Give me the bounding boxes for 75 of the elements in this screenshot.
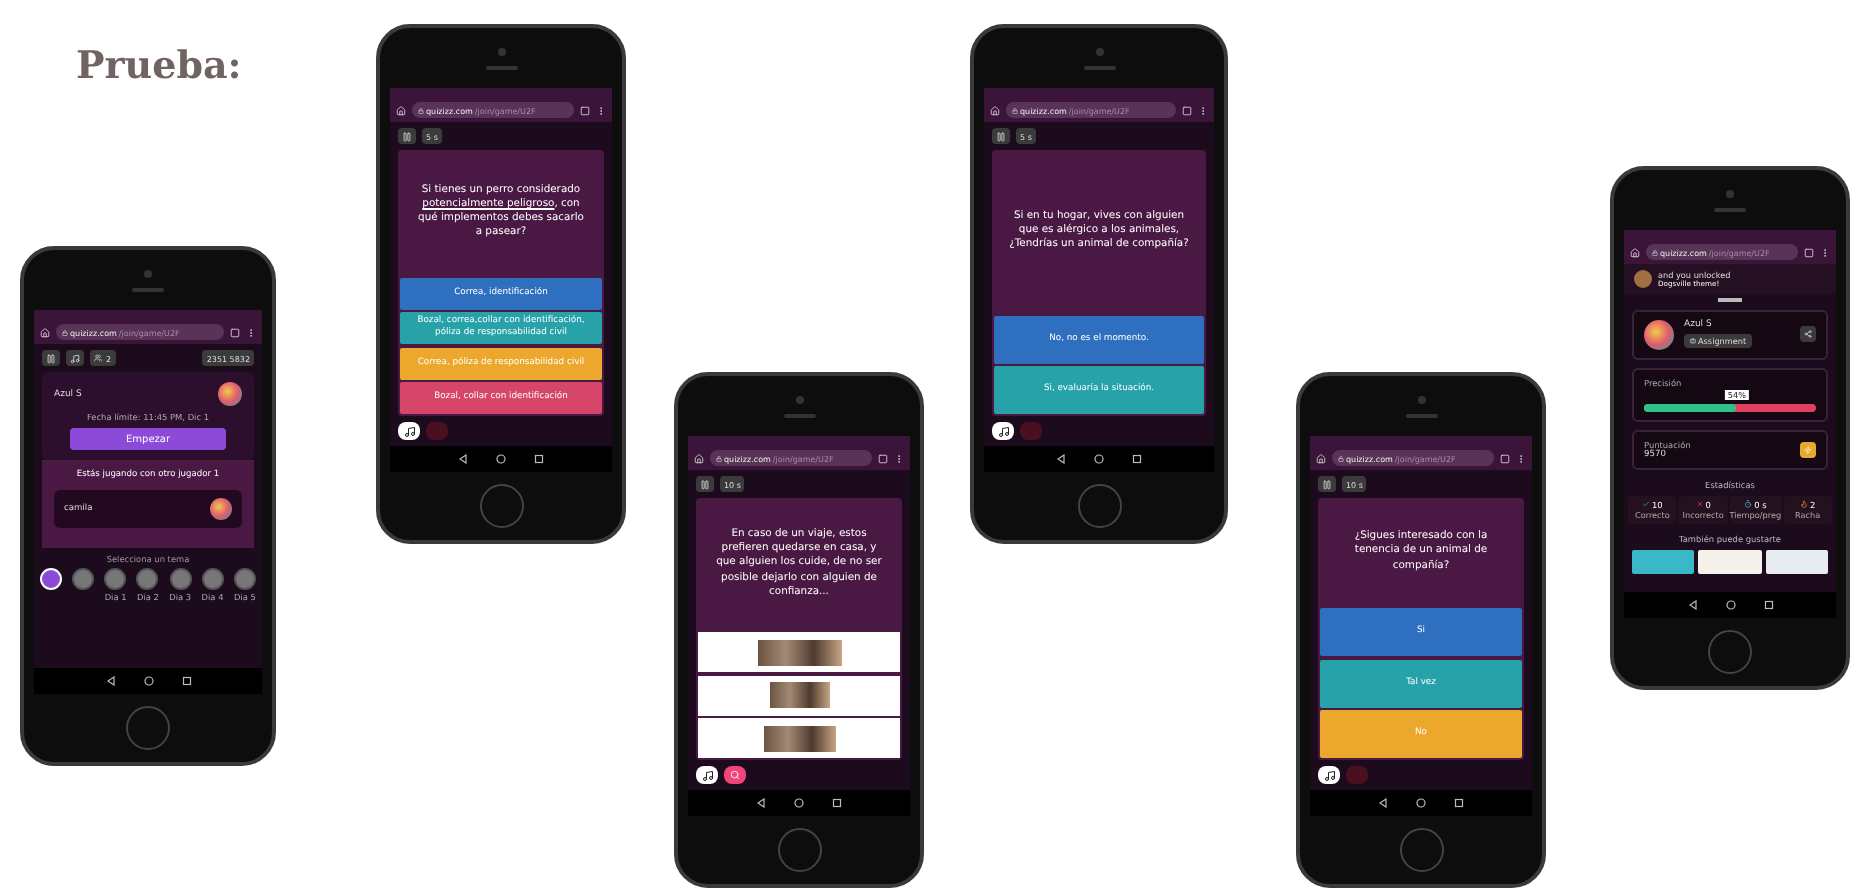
home-icon[interactable] <box>496 454 506 464</box>
photo-placeholder <box>763 725 835 751</box>
answer-option[interactable] <box>698 632 900 672</box>
tabs-icon[interactable] <box>878 453 888 463</box>
home-icon[interactable] <box>1316 453 1326 463</box>
streak-icon <box>1799 500 1808 508</box>
home-icon[interactable] <box>143 676 153 686</box>
lock-icon <box>1338 455 1344 461</box>
bolt-icon <box>1800 441 1816 457</box>
music-button[interactable] <box>66 350 84 366</box>
camera-dot <box>795 395 803 403</box>
recents-icon[interactable] <box>534 454 544 464</box>
camera-dot <box>1417 395 1425 403</box>
lock-icon <box>1652 249 1658 255</box>
photo-placeholder <box>769 682 829 708</box>
quiz-thumbnail[interactable] <box>1698 549 1762 573</box>
music-button[interactable] <box>1318 766 1340 784</box>
correct-icon <box>1642 500 1651 508</box>
avatar-icon <box>218 382 242 406</box>
photo-placeholder <box>757 639 841 665</box>
home-icon[interactable] <box>794 798 804 808</box>
lock-icon <box>62 329 68 335</box>
camera-dot <box>1095 47 1103 55</box>
back-icon[interactable] <box>105 676 115 686</box>
lock-icon <box>716 455 722 461</box>
home-icon[interactable] <box>1094 454 1104 464</box>
search-icon <box>730 770 740 780</box>
briefcase-icon <box>1690 338 1696 344</box>
back-icon[interactable] <box>756 798 766 808</box>
home-icon[interactable] <box>1416 798 1426 808</box>
quiz-thumbnail[interactable] <box>1632 549 1695 573</box>
drag-handle[interactable] <box>1718 298 1742 301</box>
back-icon[interactable] <box>1378 798 1388 808</box>
home-icon[interactable] <box>990 105 1000 115</box>
pause-button[interactable] <box>398 128 416 144</box>
home-icon[interactable] <box>396 105 406 115</box>
powerup-button[interactable] <box>724 766 746 784</box>
home-icon[interactable] <box>1630 247 1640 257</box>
recents-icon[interactable] <box>1454 798 1464 808</box>
music-button[interactable] <box>992 422 1014 440</box>
pause-button[interactable] <box>992 128 1010 144</box>
camera-dot <box>497 47 505 55</box>
pause-button[interactable] <box>696 476 714 492</box>
slide-title: Prueba: <box>76 44 242 88</box>
back-icon[interactable] <box>458 454 468 464</box>
time-icon <box>1744 500 1753 508</box>
back-icon[interactable] <box>1056 454 1066 464</box>
home-icon[interactable] <box>1725 600 1735 610</box>
users-icon <box>94 354 102 362</box>
camera-dot <box>1726 189 1734 197</box>
tabs-icon[interactable] <box>230 327 240 337</box>
lock-icon <box>418 107 424 113</box>
recents-icon[interactable] <box>1763 600 1773 610</box>
quiz-thumbnail[interactable] <box>1765 549 1828 573</box>
tabs-icon[interactable] <box>580 105 590 115</box>
music-button[interactable] <box>398 422 420 440</box>
recents-icon[interactable] <box>832 798 842 808</box>
avatar-icon <box>210 498 232 520</box>
camera-dot <box>144 269 152 277</box>
home-icon[interactable] <box>40 327 50 337</box>
recents-icon[interactable] <box>1132 454 1142 464</box>
back-icon[interactable] <box>1687 600 1697 610</box>
music-button[interactable] <box>696 766 718 784</box>
lock-icon <box>1012 107 1018 113</box>
tabs-icon[interactable] <box>1804 247 1814 257</box>
share-button[interactable] <box>1800 326 1816 342</box>
recents-icon[interactable] <box>181 676 191 686</box>
pause-button[interactable] <box>1318 476 1336 492</box>
pause-button[interactable] <box>42 350 60 366</box>
avatar-icon <box>1644 319 1674 349</box>
tabs-icon[interactable] <box>1500 453 1510 463</box>
tabs-icon[interactable] <box>1182 105 1192 115</box>
answer-option[interactable] <box>698 675 900 715</box>
home-icon[interactable] <box>694 453 704 463</box>
answer-option[interactable] <box>698 718 900 758</box>
